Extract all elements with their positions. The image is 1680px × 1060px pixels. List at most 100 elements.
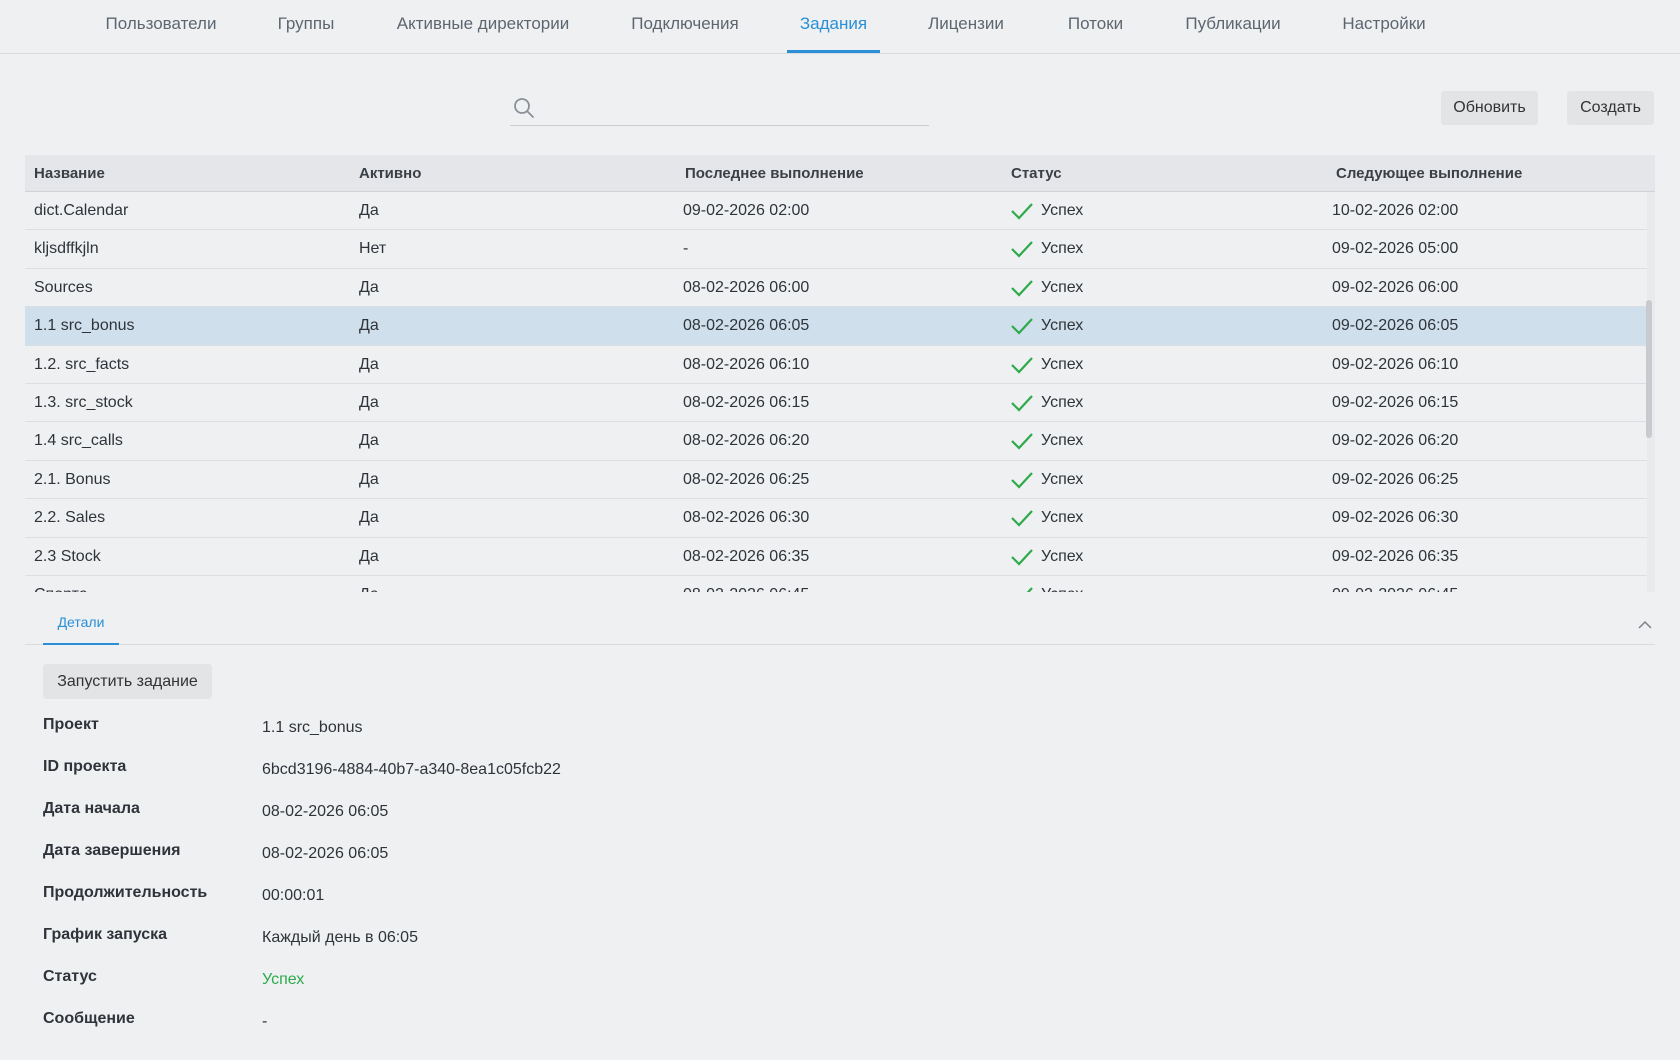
cell-last: 08-02-2026 06:15 [683,394,810,411]
tab-jobs[interactable]: Задания [787,0,880,53]
cell-status: Успех [1041,509,1084,527]
chevron-up-icon[interactable] [1635,615,1655,635]
cell-status: Успех [1041,317,1084,335]
tab-streams[interactable]: Потоки [1060,0,1131,53]
cell-last: 08-02-2026 06:25 [683,470,810,488]
cell-next: 09-02-2026 06:10 [1332,355,1459,373]
table-row[interactable]: 1.4 src_calls Да 08-02-2026 06:20 Успех 09-0… [25,422,1647,461]
cell-name: dict.Calendar [34,202,129,219]
table-row[interactable]: 1.1 src_bonus Да 08-02-2026 06:05 Успех 09-0… [25,307,1647,346]
cell-next: 09-02-2026 06:45 [1332,576,1458,592]
refresh-button[interactable]: Обновить [1441,91,1538,125]
table-row[interactable]: Sources Да 08-02-2026 06:00 Успех 09-02-2026… [25,269,1647,308]
cell-name: 1.1 src_bonus [34,317,135,335]
field-label-duration: Продолжительность [43,884,208,901]
run-job-button[interactable]: Запустить задание [43,664,212,699]
cell-next: 09-02-2026 06:35 [1332,547,1459,565]
table-body: dict.Calendar Да 09-02-2026 02:00 Успех 10-0… [25,192,1647,592]
cell-next: 09-02-2026 06:30 [1332,509,1459,527]
cell-status: Успех [1041,394,1084,411]
cell-status: Успех [1041,240,1084,258]
cell-last: 08-02-2026 06:10 [683,355,810,373]
checkmark-icon [1011,548,1033,566]
column-header-status[interactable]: Статус [1011,155,1062,192]
tab-licenses[interactable]: Лицензии [923,0,1009,53]
tab-connections[interactable]: Подключения [625,0,745,53]
cell-next: 10-02-2026 02:00 [1332,202,1459,219]
checkmark-icon [1011,356,1033,374]
cell-last: 08-02-2026 06:20 [683,432,810,450]
checkmark-icon [1011,280,1033,297]
cell-next: 09-02-2026 06:05 [1332,317,1459,335]
cell-last: 08-02-2026 06:45 [683,576,809,592]
table-row[interactable]: dict.Calendar Да 09-02-2026 02:00 Успех 10-0… [25,192,1647,231]
tab-details[interactable]: Детали [43,607,119,645]
search-input[interactable] [544,94,924,122]
tab-groups[interactable]: Группы [271,0,341,53]
table-row[interactable]: 2.1. Bonus Да 08-02-2026 06:25 Успех 09-02-2… [25,461,1647,500]
cell-name: kljsdffkjln [34,240,99,258]
cell-last: - [683,240,689,258]
cell-next: 09-02-2026 05:00 [1332,240,1459,258]
field-label-status: Статус [43,968,97,985]
table-row[interactable]: 1.3. src_stock Да 08-02-2026 06:15 Успех 09-… [25,384,1647,423]
cell-last: 08-02-2026 06:30 [683,509,810,527]
cell-next: 09-02-2026 06:15 [1332,394,1459,411]
field-value-start-date: 08-02-2026 06:05 [262,803,389,820]
field-value-duration: 00:00:01 [262,887,325,904]
cell-status: Успех [1041,355,1084,373]
checkmark-icon [1026,587,1033,592]
field-value-status: Успех [262,971,305,988]
cell-name: 1.2. src_facts [34,355,130,373]
table-row[interactable]: 1.2. src_facts Да 08-02-2026 06:10 Успех 09-… [25,346,1647,384]
cell-active: Да [359,509,379,527]
cell-active: Да [359,470,379,488]
cell-name: Спорта [34,576,88,592]
search-box [510,90,929,126]
checkmark-icon [1011,472,1033,489]
cell-active: Да [359,278,379,296]
tab-publications[interactable]: Публикации [1180,0,1286,53]
checkmark-icon [1011,433,1033,450]
checkmark-icon [1011,318,1033,335]
cell-next: 09-02-2026 06:25 [1332,470,1459,488]
column-header-name[interactable]: Название [34,155,105,192]
table-header: Название Активно Последнее выполнение Ст… [25,155,1655,192]
field-label-schedule: График запуска [43,926,168,943]
top-nav: Пользователи Группы Активные директории … [0,0,1680,54]
table-row[interactable]: Спорта Да 08-02-2026 06:45 Успех 09-02-2026 … [25,576,1647,592]
tab-users[interactable]: Пользователи [98,0,224,53]
cell-name: 2.2. Sales [34,509,106,527]
column-header-active[interactable]: Активно [359,155,421,192]
field-value-schedule: Каждый день в 06:05 [262,929,418,946]
checkmark-icon [1011,203,1033,220]
table-row[interactable]: kljsdffkjln Нет - Успех 09-02-2026 05:00 [25,230,1647,269]
cell-last: 08-02-2026 06:00 [683,278,810,296]
cell-active: Да [359,394,379,411]
cell-active: Да [359,576,379,592]
cell-name: Sources [34,278,93,296]
jobs-table: Название Активно Последнее выполнение Ст… [25,155,1655,592]
cell-active: Да [359,202,379,219]
tab-settings[interactable]: Настройки [1337,0,1431,53]
cell-last: 08-02-2026 06:35 [683,547,810,565]
table-scrollbar-thumb[interactable] [1646,300,1652,438]
search-icon [514,98,534,118]
field-label-start-date: Дата начала [43,800,140,817]
cell-next: 09-02-2026 06:00 [1332,278,1459,296]
create-button[interactable]: Создать [1567,91,1654,125]
field-value-end-date: 08-02-2026 06:05 [262,845,389,862]
checkmark-icon [1011,241,1033,258]
cell-name: 2.3 Stock [34,547,101,565]
cell-status: Успех [1041,576,1083,592]
cell-last: 09-02-2026 02:00 [683,202,810,219]
cell-active: Да [359,355,379,373]
field-value-project-id: 6bcd3196-4884-40b7-a340-8ea1c05fcb22 [262,761,561,778]
table-row[interactable]: 2.2. Sales Да 08-02-2026 06:30 Успех 09-02-2… [25,499,1647,538]
column-header-next-run[interactable]: Следующее выполнение [1336,155,1522,192]
field-label-project: Проект [43,716,99,733]
cell-status: Успех [1041,278,1084,296]
table-row[interactable]: 2.3 Stock Да 08-02-2026 06:35 Успех 09-02-20… [25,538,1647,576]
column-header-last-run[interactable]: Последнее выполнение [685,155,864,192]
tab-active-directories[interactable]: Активные директории [392,0,574,53]
